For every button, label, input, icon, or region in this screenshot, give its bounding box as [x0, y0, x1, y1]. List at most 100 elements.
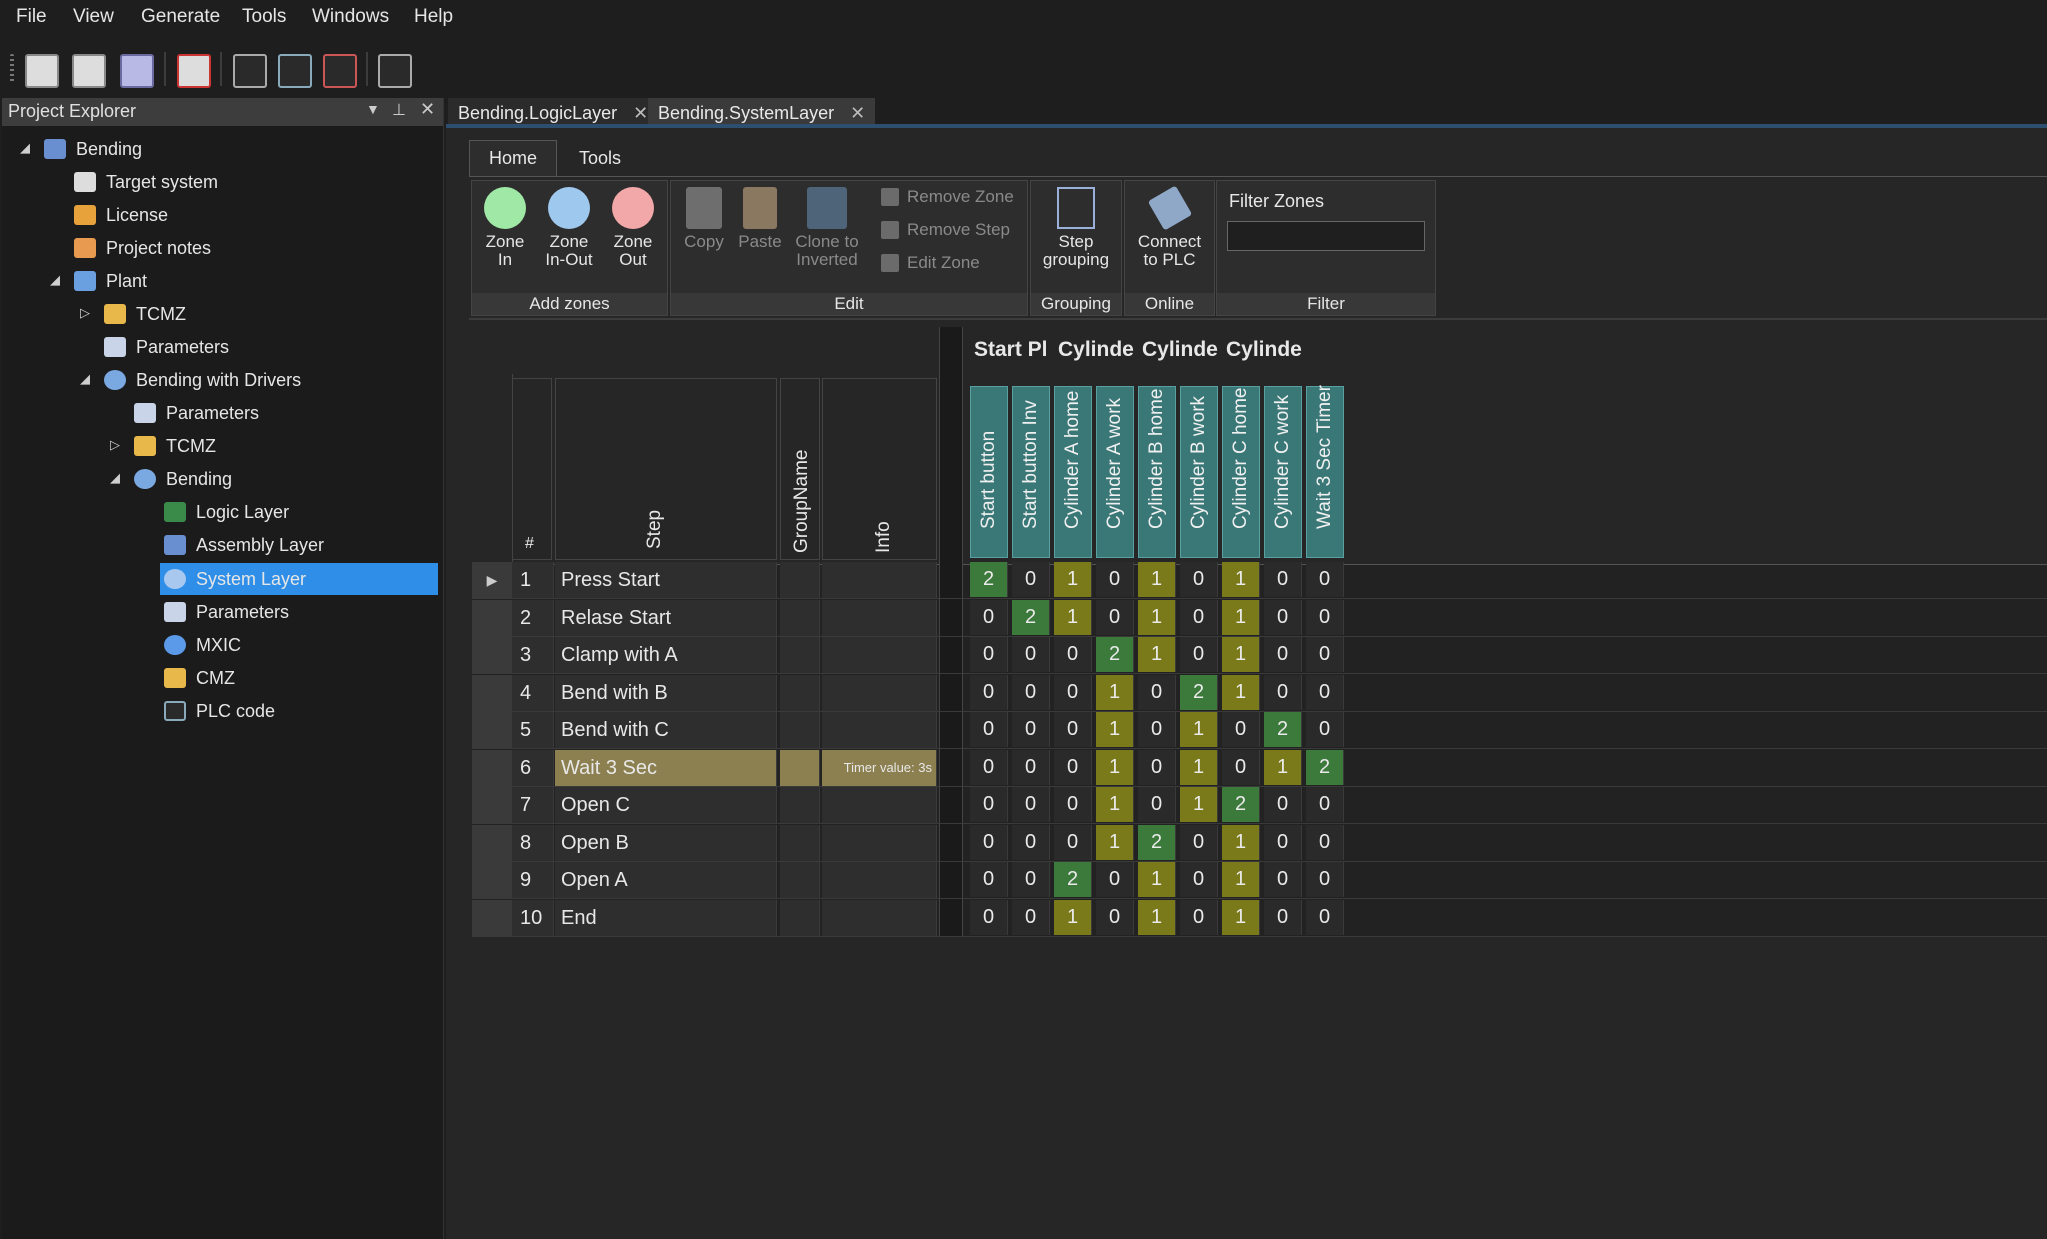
ribbon-tab-tools[interactable]: Tools — [560, 141, 640, 175]
row-step[interactable]: Wait 3 Sec — [555, 750, 777, 786]
zone-cell[interactable]: 0 — [970, 825, 1008, 860]
zone-cell[interactable]: 0 — [1096, 562, 1134, 597]
row-step[interactable]: Bend with C — [555, 712, 777, 748]
tree-item-plc-code[interactable]: PLC code — [164, 696, 275, 726]
zone-cell[interactable]: 0 — [1054, 675, 1092, 710]
dropdown-icon[interactable]: ▼ — [366, 101, 380, 117]
remove-zone-button[interactable]: Remove Zone — [881, 187, 1014, 207]
row-step[interactable]: Relase Start — [555, 600, 777, 636]
zone-cell[interactable]: 0 — [1012, 900, 1050, 935]
menu-windows[interactable]: Windows — [312, 6, 389, 28]
row-step[interactable]: Open B — [555, 825, 777, 861]
menu-help[interactable]: Help — [414, 6, 453, 28]
row-info[interactable] — [822, 600, 937, 636]
menu-file[interactable]: File — [16, 6, 47, 28]
zone-cell[interactable]: 0 — [1096, 600, 1134, 635]
zone-cell[interactable]: 0 — [1264, 825, 1302, 860]
zone-cell[interactable]: 2 — [1264, 712, 1302, 747]
row-info[interactable] — [822, 862, 937, 898]
zone-cell[interactable]: 1 — [1222, 637, 1260, 672]
zone-column-header[interactable]: Cylinder B home — [1138, 386, 1176, 558]
zone-cell[interactable]: 1 — [1096, 712, 1134, 747]
zone-cell[interactable]: 0 — [1264, 562, 1302, 597]
tree-item-bending[interactable]: Bending — [134, 464, 232, 494]
zone-in-out-button[interactable]: Zone In-Out — [539, 187, 599, 269]
expand-arrow-icon[interactable]: ▷ — [110, 437, 120, 453]
zone-cell[interactable]: 0 — [1180, 562, 1218, 597]
edit-zone-button[interactable]: Edit Zone — [881, 253, 980, 273]
zone-cell[interactable]: 0 — [1264, 675, 1302, 710]
home-icon[interactable] — [378, 54, 412, 88]
row-groupname[interactable] — [780, 787, 820, 823]
zone-cell[interactable]: 0 — [1180, 900, 1218, 935]
zone-column-header[interactable]: Cylinder C work — [1264, 386, 1302, 558]
zone-cell[interactable]: 0 — [1012, 562, 1050, 597]
zone-cell[interactable]: 2 — [970, 562, 1008, 597]
tree-item-parameters[interactable]: Parameters — [134, 398, 259, 428]
row-info[interactable]: Timer value: 3s — [822, 750, 937, 786]
zone-cell[interactable]: 0 — [1222, 712, 1260, 747]
zone-cell[interactable]: 0 — [1012, 675, 1050, 710]
zone-cell[interactable]: 1 — [1138, 862, 1176, 897]
zone-cell[interactable]: 0 — [970, 750, 1008, 785]
row-info[interactable] — [822, 900, 937, 936]
zone-cell[interactable]: 0 — [1180, 637, 1218, 672]
zone-cell[interactable]: 0 — [1054, 787, 1092, 822]
tree-item-tcmz[interactable]: TCMZ — [104, 299, 186, 329]
zone-cell[interactable]: 0 — [970, 900, 1008, 935]
remove-step-button[interactable]: Remove Step — [881, 220, 1010, 240]
zone-cell[interactable]: 1 — [1180, 750, 1218, 785]
close-icon[interactable]: ✕ — [633, 103, 648, 124]
row-number[interactable]: 4 — [512, 675, 554, 711]
zone-column-header[interactable]: Cylinder B work — [1180, 386, 1218, 558]
collapse-arrow-icon[interactable]: ◢ — [50, 272, 60, 288]
connect-to-plc-button[interactable]: Connect to PLC — [1127, 185, 1212, 269]
zone-cell[interactable]: 0 — [1054, 750, 1092, 785]
row-selector[interactable] — [472, 637, 512, 673]
zone-cell[interactable]: 1 — [1054, 562, 1092, 597]
tree-item-logic-layer[interactable]: Logic Layer — [164, 497, 289, 527]
header-num[interactable]: # — [512, 378, 552, 560]
tree-item-assembly-layer[interactable]: Assembly Layer — [164, 530, 324, 560]
filter-zones-input[interactable] — [1227, 221, 1425, 251]
tree-item-bending-root[interactable]: Bending — [44, 134, 142, 164]
row-selector[interactable] — [472, 712, 512, 748]
zone-cell[interactable]: 1 — [1222, 675, 1260, 710]
zone-column-header[interactable]: Start button — [970, 386, 1008, 558]
close-icon[interactable]: ✕ — [420, 99, 435, 120]
tree-item-plant[interactable]: Plant — [74, 266, 147, 296]
row-selector[interactable] — [472, 862, 512, 898]
zone-column-header[interactable]: Wait 3 Sec Timer — [1306, 385, 1344, 558]
zone-cell[interactable]: 0 — [1222, 750, 1260, 785]
zone-cell[interactable]: 0 — [1096, 900, 1134, 935]
zone-cell[interactable]: 0 — [1180, 862, 1218, 897]
zone-cell[interactable]: 0 — [1306, 637, 1344, 672]
row-info[interactable] — [822, 637, 937, 673]
zone-cell[interactable]: 0 — [1096, 862, 1134, 897]
zone-cell[interactable]: 0 — [1012, 787, 1050, 822]
zone-cell[interactable]: 0 — [1138, 787, 1176, 822]
zone-cell[interactable]: 0 — [1012, 712, 1050, 747]
zone-cell[interactable]: 2 — [1054, 862, 1092, 897]
ribbon-tab-home[interactable]: Home — [469, 140, 557, 177]
zone-cell[interactable]: 1 — [1096, 787, 1134, 822]
row-groupname[interactable] — [780, 600, 820, 636]
row-selector[interactable] — [472, 825, 512, 861]
expand-arrow-icon[interactable]: ▷ — [80, 305, 90, 321]
header-info[interactable]: Info — [822, 378, 937, 560]
plc-code-icon[interactable] — [323, 54, 357, 88]
row-info[interactable] — [822, 787, 937, 823]
zone-cell[interactable]: 0 — [1264, 637, 1302, 672]
zone-column-header[interactable]: Cylinder C home — [1222, 386, 1260, 558]
row-info[interactable] — [822, 562, 937, 598]
zone-cell[interactable]: 1 — [1138, 900, 1176, 935]
row-number[interactable]: 5 — [512, 712, 554, 748]
zone-cell[interactable]: 1 — [1222, 862, 1260, 897]
zone-cell[interactable]: 0 — [1138, 675, 1176, 710]
zone-cell[interactable]: 1 — [1222, 600, 1260, 635]
menu-tools[interactable]: Tools — [242, 6, 286, 28]
open-project-icon[interactable] — [72, 54, 106, 88]
row-selector[interactable] — [472, 600, 512, 636]
zone-column-header[interactable]: Cylinder A work — [1096, 386, 1134, 558]
zone-cell[interactable]: 0 — [1054, 637, 1092, 672]
